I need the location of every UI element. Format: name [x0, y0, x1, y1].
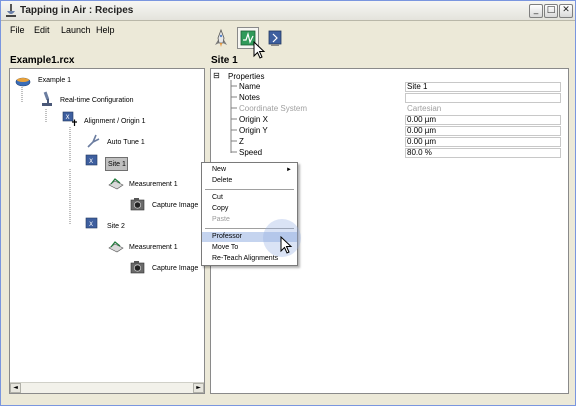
- menu-help[interactable]: Help: [96, 25, 115, 35]
- submenu-arrow-icon: ►: [286, 167, 292, 173]
- ctx-delete[interactable]: Delete: [202, 176, 297, 186]
- prop-origin-y-label: Origin Y: [239, 126, 268, 135]
- close-button[interactable]: ✕: [559, 4, 573, 18]
- microscope-icon: [42, 91, 52, 106]
- recipe-bowl-icon: [15, 77, 31, 87]
- mouse-pointer-icon: [280, 236, 293, 254]
- minimize-button[interactable]: _: [529, 4, 543, 18]
- tree-item-measurement-1b[interactable]: Measurement 1: [129, 244, 178, 251]
- prop-coordinate-system-label: Coordinate System: [239, 104, 308, 113]
- tree-item-example[interactable]: Example 1: [38, 77, 71, 84]
- prop-name-value[interactable]: Site 1: [405, 82, 561, 92]
- menu-edit[interactable]: Edit: [34, 25, 50, 35]
- collapse-properties-toggle[interactable]: ⊟: [213, 71, 220, 80]
- camera-icon: [130, 261, 145, 274]
- prop-notes-value[interactable]: [405, 93, 561, 103]
- ctx-separator: [205, 189, 294, 190]
- prop-origin-x-value[interactable]: 0.00 µm: [405, 115, 561, 125]
- title-bar[interactable]: Tapping in Air : Recipes _ □ ✕: [1, 1, 575, 21]
- left-panel-title: Example1.rcx: [10, 55, 75, 66]
- ctx-new-label: New: [212, 166, 227, 173]
- alignment-toolbar-button[interactable]: [264, 27, 286, 49]
- alignment-icon: [268, 30, 282, 46]
- scroll-left-button[interactable]: ◄: [10, 383, 21, 393]
- menu-bar: File Edit Launch Help: [1, 21, 575, 37]
- prop-coordinate-system-value: Cartesian: [405, 104, 561, 114]
- tree-item-site-2[interactable]: Site 2: [107, 223, 125, 230]
- tree-item-site-1[interactable]: Site 1: [105, 157, 128, 171]
- ctx-copy[interactable]: Copy: [202, 204, 297, 214]
- prop-name-label: Name: [239, 82, 261, 91]
- app-icon: [6, 4, 16, 17]
- ctx-cut[interactable]: Cut: [202, 193, 297, 203]
- tree-horizontal-scrollbar[interactable]: ◄ ►: [10, 382, 204, 393]
- scroll-right-button[interactable]: ►: [193, 383, 204, 393]
- svg-text:X: X: [66, 114, 70, 121]
- mouse-pointer-icon: [253, 41, 266, 59]
- tree-item-autotune[interactable]: Auto Tune 1: [107, 139, 145, 146]
- site-icon: X: [85, 217, 98, 229]
- launch-icon: [215, 28, 227, 47]
- ctx-new[interactable]: New ►: [202, 165, 297, 175]
- tuning-fork-icon: [87, 134, 100, 148]
- prop-notes-label: Notes: [239, 93, 260, 102]
- app-window: Tapping in Air : Recipes _ □ ✕ File Edit…: [0, 0, 576, 406]
- prop-z-label: Z: [239, 137, 244, 146]
- tree-item-alignment[interactable]: Alignment / Origin 1: [84, 118, 145, 125]
- measurement-icon: [108, 178, 124, 190]
- maximize-button[interactable]: □: [544, 4, 558, 18]
- site-icon: X: [85, 154, 98, 166]
- svg-text:X: X: [89, 158, 93, 165]
- camera-icon: [130, 198, 145, 211]
- right-panel-title: Site 1: [211, 55, 238, 66]
- prop-speed-value[interactable]: 80.0 %: [405, 148, 561, 158]
- measurement-icon: [108, 241, 124, 253]
- alignment-icon: X: [62, 111, 77, 126]
- prop-origin-x-label: Origin X: [239, 115, 268, 124]
- property-tree-lines: [230, 80, 237, 153]
- menu-launch[interactable]: Launch: [61, 25, 91, 35]
- prop-speed-label: Speed: [239, 148, 263, 157]
- tree-item-capture-image[interactable]: Capture Image: [152, 202, 198, 209]
- window-title: Tapping in Air : Recipes: [20, 5, 134, 16]
- prop-z-value[interactable]: 0.00 µm: [405, 137, 561, 147]
- menu-file[interactable]: File: [10, 25, 25, 35]
- svg-text:X: X: [89, 221, 93, 228]
- tree-item-capture-image-b[interactable]: Capture Image: [152, 265, 198, 272]
- prop-origin-y-value[interactable]: 0.00 µm: [405, 126, 561, 136]
- tree-item-measurement-1[interactable]: Measurement 1: [129, 181, 178, 188]
- launch-toolbar-button[interactable]: [210, 27, 232, 49]
- tree-item-realtime-config[interactable]: Real-time Configuration: [60, 97, 134, 104]
